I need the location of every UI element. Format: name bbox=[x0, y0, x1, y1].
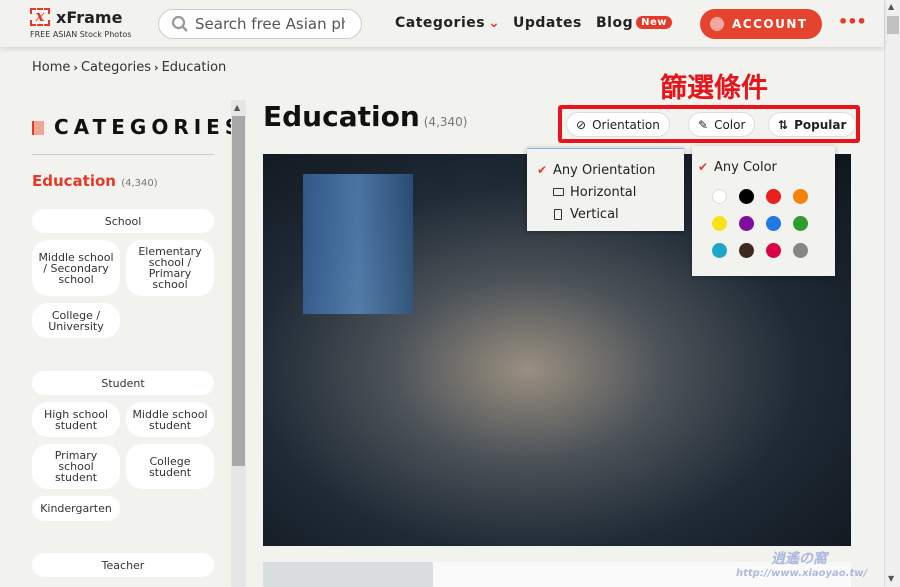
option-label: Vertical bbox=[570, 206, 619, 222]
option-label: Horizontal bbox=[570, 184, 637, 200]
nav-blog-label: Blog bbox=[596, 15, 634, 31]
scroll-up-icon[interactable]: ▲ bbox=[234, 103, 240, 112]
breadcrumb-categories[interactable]: Categories bbox=[81, 60, 151, 75]
category-pill[interactable]: College / University bbox=[32, 303, 120, 338]
top-header: x xFrame FREE ASIAN Stock Photos Categor… bbox=[0, 0, 884, 47]
search-input[interactable] bbox=[195, 15, 345, 33]
orientation-option-horizontal[interactable]: Horizontal bbox=[537, 181, 684, 203]
category-pill[interactable]: Kindergarten bbox=[32, 496, 120, 521]
category-pill[interactable]: College student bbox=[126, 444, 214, 489]
nav-updates[interactable]: Updates bbox=[513, 15, 582, 31]
user-icon bbox=[710, 17, 724, 31]
color-swatch[interactable] bbox=[793, 216, 808, 231]
orientation-dropdown: ✔ Any Orientation Horizontal Vertical bbox=[527, 148, 684, 231]
search-box[interactable] bbox=[158, 9, 362, 39]
new-badge: New bbox=[636, 16, 672, 29]
page-title-text: Education bbox=[263, 100, 420, 133]
orientation-filter-label: Orientation bbox=[592, 117, 660, 132]
breadcrumb: Home › Categories › Education bbox=[32, 60, 226, 75]
categories-heading-text: CATEGORIES bbox=[54, 115, 245, 139]
search-icon bbox=[171, 15, 188, 32]
nav-categories[interactable]: Categories ⌄ bbox=[395, 15, 500, 31]
color-swatch[interactable] bbox=[766, 243, 781, 258]
chevron-down-icon: ⌄ bbox=[488, 15, 501, 31]
color-swatch[interactable] bbox=[739, 243, 754, 258]
result-count: (4,340) bbox=[423, 115, 468, 129]
sort-icon: ⇅ bbox=[778, 117, 789, 132]
sidebar-scrollbar-thumb[interactable] bbox=[232, 116, 245, 466]
account-button[interactable]: ACCOUNT bbox=[700, 9, 822, 39]
color-option-any[interactable]: ✔ Any Color bbox=[698, 156, 777, 178]
category-pill[interactable]: Middle school student bbox=[126, 402, 214, 437]
nav-blog[interactable]: Blog New bbox=[596, 15, 672, 31]
logo-mark-icon: x bbox=[30, 8, 50, 26]
orientation-option-any[interactable]: ✔ Any Orientation bbox=[537, 159, 684, 181]
sort-label: Popular bbox=[794, 117, 847, 132]
categories-heading: CATEGORIES bbox=[32, 115, 244, 139]
color-dropdown: ✔ Any Color bbox=[692, 146, 835, 276]
page-title: Education (4,340) bbox=[263, 100, 467, 133]
chevron-right-icon: › bbox=[73, 61, 78, 74]
color-swatch[interactable] bbox=[739, 216, 754, 231]
logo-tagline: FREE ASIAN Stock Photos bbox=[30, 30, 132, 39]
option-label: Any Color bbox=[714, 159, 777, 175]
color-swatch[interactable] bbox=[712, 243, 727, 258]
photo-window bbox=[303, 174, 413, 314]
eyedropper-icon: ✎ bbox=[698, 117, 709, 132]
more-menu-icon[interactable]: ••• bbox=[838, 12, 867, 31]
color-swatch[interactable] bbox=[766, 189, 781, 204]
flag-icon bbox=[32, 121, 44, 135]
color-swatch[interactable] bbox=[766, 216, 781, 231]
color-swatch[interactable] bbox=[712, 189, 727, 204]
sidebar-scrollbar[interactable]: ▲ bbox=[231, 100, 246, 587]
chevron-right-icon: › bbox=[154, 61, 159, 74]
category-group-school[interactable]: School bbox=[32, 209, 214, 233]
portrait-icon bbox=[554, 208, 562, 220]
category-group-student[interactable]: Student bbox=[32, 371, 214, 395]
color-swatch[interactable] bbox=[739, 189, 754, 204]
photo-next-thumb bbox=[263, 562, 433, 587]
breadcrumb-current: Education bbox=[161, 60, 227, 75]
rotate-icon: ⊘ bbox=[576, 117, 587, 132]
watermark-url: http://www.xiaoyao.tw/ bbox=[736, 568, 868, 579]
category-group-teacher[interactable]: Teacher bbox=[32, 553, 214, 577]
landscape-icon bbox=[553, 188, 564, 196]
check-icon: ✔ bbox=[698, 160, 709, 174]
color-filter-button[interactable]: ✎ Color bbox=[688, 112, 756, 137]
category-pill[interactable]: Primary school student bbox=[32, 444, 120, 489]
logo-name: xFrame bbox=[56, 8, 123, 27]
orientation-option-vertical[interactable]: Vertical bbox=[537, 203, 684, 225]
page-scrollbar[interactable]: ▲ ▼ bbox=[884, 0, 900, 587]
annotation-label: 篩選條件 bbox=[660, 73, 768, 104]
category-pill[interactable]: Elementary school / Primary school bbox=[126, 240, 214, 296]
color-swatch[interactable] bbox=[793, 189, 808, 204]
sort-button[interactable]: ⇅ Popular bbox=[768, 112, 857, 137]
breadcrumb-home[interactable]: Home bbox=[32, 60, 70, 75]
nav-categories-label: Categories bbox=[395, 15, 486, 31]
current-category[interactable]: Education (4,340) bbox=[32, 172, 158, 190]
category-pill[interactable]: Middle school / Secondary school bbox=[32, 240, 120, 296]
color-swatch[interactable] bbox=[793, 243, 808, 258]
color-filter-label: Color bbox=[714, 117, 746, 132]
option-label: Any Orientation bbox=[553, 162, 656, 178]
orientation-filter-button[interactable]: ⊘ Orientation bbox=[566, 112, 670, 137]
watermark-name: 逍遙の窩 bbox=[771, 551, 827, 567]
account-label: ACCOUNT bbox=[732, 17, 808, 31]
current-category-label: Education bbox=[32, 172, 116, 190]
page-scrollbar-thumb[interactable] bbox=[887, 16, 899, 34]
check-icon: ✔ bbox=[537, 163, 548, 177]
scroll-down-icon[interactable]: ▼ bbox=[888, 574, 894, 583]
color-swatch[interactable] bbox=[712, 216, 727, 231]
category-pill[interactable]: High school student bbox=[32, 402, 120, 437]
divider bbox=[32, 154, 214, 155]
watermark: 逍遙の窩 http://www.xiaoyao.tw/ bbox=[736, 548, 867, 579]
scroll-up-icon[interactable]: ▲ bbox=[888, 2, 894, 11]
current-category-count: (4,340) bbox=[121, 178, 158, 189]
